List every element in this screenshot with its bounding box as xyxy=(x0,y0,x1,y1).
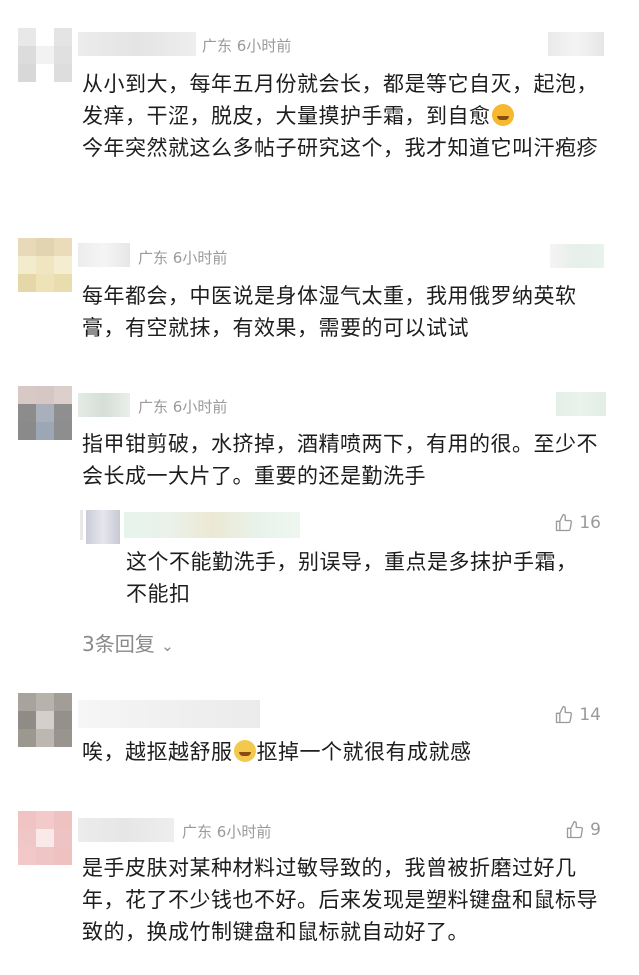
username-blurred[interactable] xyxy=(78,32,196,56)
thumbs-up-icon xyxy=(556,706,573,724)
like-button[interactable]: 9 xyxy=(565,820,601,840)
like-area-blurred[interactable] xyxy=(556,392,606,416)
view-replies-link[interactable]: 3条回复 ⌄ xyxy=(82,628,174,657)
timestamp: 6小时前 xyxy=(216,823,272,841)
comment-text: 从小到大，每年五月份就会长，都是等它自灭，起泡，发痒，干涩，脱皮，大量摸护手霜，… xyxy=(82,72,598,160)
comment-text: 唉，越抠越舒服 抠掉一个就很有成就感 xyxy=(82,740,472,764)
timestamp: 6小时前 xyxy=(236,37,292,55)
location: 广东 xyxy=(202,37,233,55)
avatar[interactable] xyxy=(18,28,72,82)
comment-text: 指甲钳剪破，水挤掉，酒精喷两下，有用的很。至少不会长成一大片了。重要的还是勤洗手 xyxy=(82,432,598,488)
reply-divider xyxy=(80,510,83,540)
like-count: 9 xyxy=(590,820,601,840)
like-count: 16 xyxy=(579,513,601,533)
like-area-blurred[interactable] xyxy=(548,32,604,56)
username-blurred[interactable] xyxy=(78,393,130,417)
location: 广东 xyxy=(138,398,169,416)
reply-text: 这个不能勤洗手，别误导，重点是多抹护手霜，不能扣 xyxy=(126,550,578,606)
comment-text: 是手皮肤对某种材料过敏导致的，我曾被折磨过好几年，花了不少钱也不好。后来发现是塑… xyxy=(82,856,598,944)
like-count: 14 xyxy=(579,705,601,725)
comment-meta: 广东 6小时前 xyxy=(138,397,227,417)
avatar[interactable] xyxy=(18,693,72,747)
avatar[interactable] xyxy=(18,238,72,292)
like-area-blurred[interactable] xyxy=(550,244,604,268)
location: 广东 xyxy=(182,823,213,841)
username-blurred[interactable] xyxy=(78,700,260,728)
comment-text: 每年都会，中医说是身体湿气太重，我用俄罗纳英软膏，有空就抹，有效果，需要的可以试… xyxy=(82,284,577,340)
chevron-down-icon: ⌄ xyxy=(161,637,174,655)
reply-like-button[interactable]: 16 xyxy=(554,513,601,533)
timestamp: 6小时前 xyxy=(172,398,228,416)
avatar[interactable] xyxy=(18,386,72,440)
avatar[interactable] xyxy=(18,811,72,865)
thumbs-up-icon xyxy=(567,821,584,839)
comment-meta: 广东 6小时前 xyxy=(182,822,271,842)
username-blurred[interactable] xyxy=(78,243,130,267)
persevering-face-emoji xyxy=(491,104,514,126)
thumbs-up-icon xyxy=(556,514,573,532)
comment-meta: 广东 6小时前 xyxy=(138,248,227,268)
comment-meta: 广东 6小时前 xyxy=(202,36,291,56)
reply-username-blurred[interactable] xyxy=(124,512,300,538)
like-button[interactable]: 14 xyxy=(554,705,601,725)
reply-avatar-blurred[interactable] xyxy=(86,510,120,544)
location: 广东 xyxy=(138,249,169,267)
username-blurred[interactable] xyxy=(78,818,174,842)
crying-face-emoji xyxy=(233,740,256,762)
timestamp: 6小时前 xyxy=(172,249,228,267)
